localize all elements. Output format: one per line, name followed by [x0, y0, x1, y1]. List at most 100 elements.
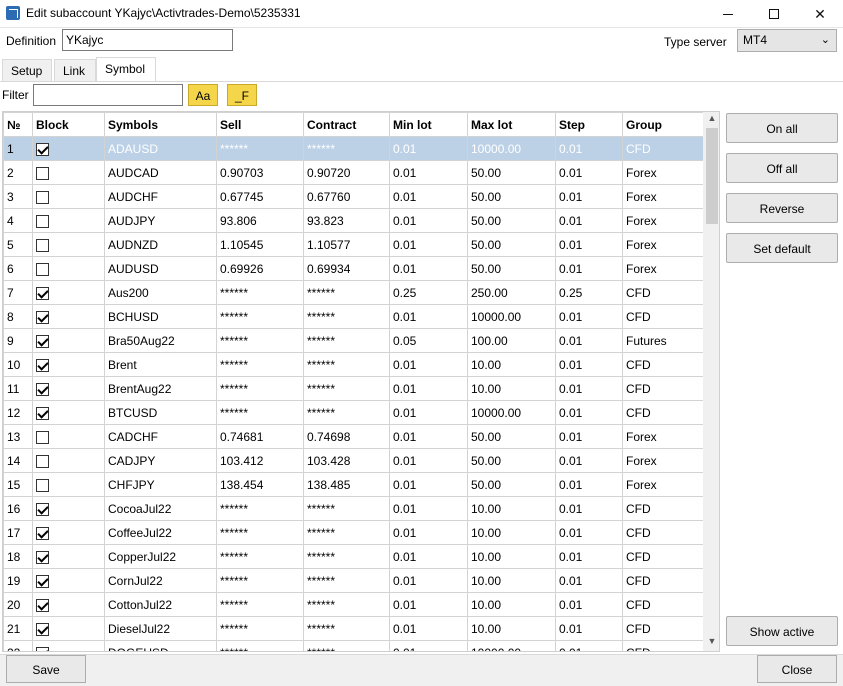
- on-all-button[interactable]: On all: [726, 113, 838, 143]
- tab-setup[interactable]: Setup: [2, 59, 52, 81]
- block-cell[interactable]: [32, 568, 105, 593]
- minimize-button[interactable]: [705, 0, 751, 28]
- tab-symbol[interactable]: Symbol: [96, 57, 156, 82]
- table-row[interactable]: 3 AUDCHF 0.67745 0.67760 0.01 50.00 0.01 Forex: [3, 184, 704, 209]
- column-header[interactable]: Min lot: [389, 112, 468, 137]
- block-checkbox[interactable]: [36, 286, 49, 300]
- table-row[interactable]: 13 CADCHF 0.74681 0.74698 0.01 50.00 0.01 Forex: [3, 424, 704, 449]
- block-cell[interactable]: [32, 472, 105, 497]
- tab-link[interactable]: Link: [54, 59, 96, 81]
- block-checkbox[interactable]: [36, 262, 49, 276]
- table-row[interactable]: 1 ADAUSD ****** ****** 0.01 10000.00 0.01 CFD: [3, 136, 704, 161]
- table-row[interactable]: 19 CornJul22 ****** ****** 0.01 10.00 0.01 CFD: [3, 568, 704, 593]
- block-checkbox[interactable]: [36, 214, 49, 228]
- type-server-select[interactable]: MT4 ⌄: [737, 29, 837, 52]
- block-cell[interactable]: [32, 232, 105, 257]
- table-row[interactable]: 22DOGEUSD************0.0110000.000.01CFD: [3, 640, 704, 651]
- set-default-button[interactable]: Set default: [726, 233, 838, 263]
- block-checkbox[interactable]: [36, 574, 49, 588]
- block-checkbox[interactable]: [36, 238, 49, 252]
- block-cell[interactable]: [32, 616, 105, 641]
- block-cell[interactable]: [32, 136, 105, 161]
- block-cell[interactable]: [32, 208, 105, 233]
- table-row[interactable]: 4 AUDJPY 93.806 93.823 0.01 50.00 0.01 Forex: [3, 208, 704, 233]
- column-header[interactable]: Max lot: [467, 112, 556, 137]
- block-checkbox[interactable]: [36, 430, 49, 444]
- block-cell[interactable]: [32, 400, 105, 425]
- table-row[interactable]: 12 BTCUSD ****** ****** 0.01 10000.00 0.01 CFD: [3, 400, 704, 425]
- scroll-up-icon[interactable]: ▲: [703, 113, 719, 127]
- block-cell[interactable]: [32, 544, 105, 569]
- symbols-grid[interactable]: № Block Symbols Sell Contract Min lot Max lot S…: [2, 111, 720, 652]
- block-checkbox[interactable]: [36, 358, 49, 372]
- reverse-button[interactable]: Reverse: [726, 193, 838, 223]
- column-header[interactable]: №: [3, 112, 33, 137]
- table-row[interactable]: 16 CocoaJul22 ****** ****** 0.01 10.00 0.01 CFD: [3, 496, 704, 521]
- table-row[interactable]: 11 BrentAug22 ****** ****** 0.01 10.00 0.01 CFD: [3, 376, 704, 401]
- block-cell[interactable]: [32, 520, 105, 545]
- block-checkbox[interactable]: [36, 166, 49, 180]
- block-checkbox[interactable]: [36, 334, 49, 348]
- off-all-button[interactable]: Off all: [726, 153, 838, 183]
- table-row[interactable]: 14 CADJPY 103.412 103.428 0.01 50.00 0.01 Forex: [3, 448, 704, 473]
- table-row[interactable]: 20 CottonJul22 ****** ****** 0.01 10.00 0.01 CF…: [3, 592, 704, 617]
- table-row[interactable]: 8 BCHUSD ****** ****** 0.01 10000.00 0.01 CFD: [3, 304, 704, 329]
- symbol-cell: Brent: [104, 352, 217, 377]
- block-checkbox[interactable]: [36, 310, 49, 324]
- block-checkbox[interactable]: [36, 550, 49, 564]
- block-cell[interactable]: [32, 592, 105, 617]
- block-cell[interactable]: [32, 280, 105, 305]
- block-checkbox[interactable]: [36, 502, 49, 516]
- save-button[interactable]: Save: [6, 655, 86, 683]
- block-checkbox[interactable]: [36, 382, 49, 396]
- block-checkbox[interactable]: [36, 478, 49, 492]
- block-cell[interactable]: [32, 328, 105, 353]
- table-row[interactable]: 7 Aus200 ****** ****** 0.25 250.00 0.25 CFD: [3, 280, 704, 305]
- table-row[interactable]: 5 AUDNZD 1.10545 1.10577 0.01 50.00 0.01 Forex: [3, 232, 704, 257]
- block-cell[interactable]: [32, 640, 105, 651]
- block-checkbox[interactable]: [36, 526, 49, 540]
- block-checkbox[interactable]: [36, 190, 49, 204]
- block-checkbox[interactable]: [36, 454, 49, 468]
- block-cell[interactable]: [32, 256, 105, 281]
- column-header[interactable]: Block: [32, 112, 105, 137]
- table-row[interactable]: 18 CopperJul22 ****** ****** 0.01 10.00 0.01 CF…: [3, 544, 704, 569]
- maximize-button[interactable]: [751, 0, 797, 28]
- vertical-scrollbar[interactable]: ▲ ▼: [703, 112, 719, 651]
- scroll-thumb[interactable]: [706, 128, 718, 224]
- column-header[interactable]: Symbols: [104, 112, 217, 137]
- block-checkbox[interactable]: [36, 598, 49, 612]
- match-case-button[interactable]: Aa: [188, 84, 218, 106]
- block-checkbox[interactable]: [36, 406, 49, 420]
- table-row[interactable]: 6 AUDUSD 0.69926 0.69934 0.01 50.00 0.01 Forex: [3, 256, 704, 281]
- show-active-button[interactable]: Show active: [726, 616, 838, 646]
- block-cell[interactable]: [32, 496, 105, 521]
- column-header[interactable]: Contract: [303, 112, 390, 137]
- table-row[interactable]: 9 Bra50Aug22 ****** ****** 0.05 100.00 0.01 Fut…: [3, 328, 704, 353]
- close-button[interactable]: Close: [757, 655, 837, 683]
- column-header[interactable]: Group: [622, 112, 704, 137]
- block-checkbox[interactable]: [36, 142, 49, 156]
- block-cell[interactable]: [32, 352, 105, 377]
- block-cell[interactable]: [32, 424, 105, 449]
- close-window-button[interactable]: ✕: [797, 0, 843, 28]
- table-row[interactable]: 21 DieselJul22 ****** ****** 0.01 10.00 0.01 CF…: [3, 616, 704, 641]
- table-row[interactable]: 17 CoffeeJul22 ****** ****** 0.01 10.00 0.01 CF…: [3, 520, 704, 545]
- block-cell[interactable]: [32, 376, 105, 401]
- table-row[interactable]: 10 Brent ****** ****** 0.01 10.00 0.01 CFD: [3, 352, 704, 377]
- filter-input[interactable]: [33, 84, 183, 106]
- column-header[interactable]: Sell: [216, 112, 304, 137]
- contract-cell: 1.10577: [303, 232, 390, 257]
- block-cell[interactable]: [32, 160, 105, 185]
- whole-word-button[interactable]: _F: [227, 84, 257, 106]
- block-checkbox[interactable]: [36, 646, 49, 651]
- block-checkbox[interactable]: [36, 622, 49, 636]
- table-row[interactable]: 15 CHFJPY 138.454 138.485 0.01 50.00 0.01 Forex: [3, 472, 704, 497]
- block-cell[interactable]: [32, 448, 105, 473]
- scroll-down-icon[interactable]: ▼: [703, 636, 719, 650]
- block-cell[interactable]: [32, 304, 105, 329]
- table-row[interactable]: 2 AUDCAD 0.90703 0.90720 0.01 50.00 0.01 Forex: [3, 160, 704, 185]
- block-cell[interactable]: [32, 184, 105, 209]
- column-header[interactable]: Step: [555, 112, 623, 137]
- definition-input[interactable]: [62, 29, 233, 51]
